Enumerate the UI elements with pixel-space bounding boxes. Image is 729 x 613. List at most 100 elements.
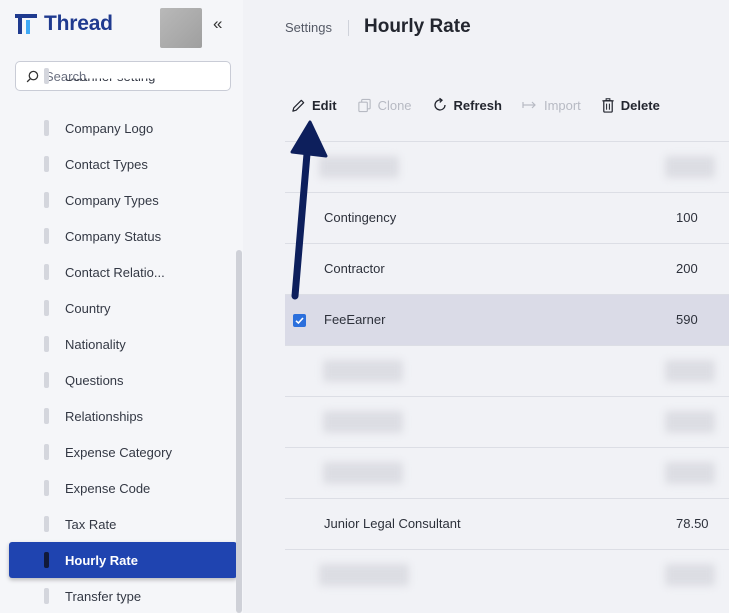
app-logo[interactable]: Thread	[14, 12, 113, 36]
sidebar-scrollbar[interactable]	[236, 250, 242, 613]
rate-value-cell: 100	[676, 210, 698, 225]
drag-handle-icon	[44, 156, 49, 172]
drag-handle-icon	[44, 68, 49, 84]
import-button[interactable]: Import	[522, 98, 581, 113]
drag-handle-icon	[44, 300, 49, 316]
rate-name-cell: Contractor	[324, 261, 385, 276]
import-icon	[522, 101, 536, 109]
drag-handle-icon	[44, 228, 49, 244]
delete-button[interactable]: Delete	[601, 98, 660, 113]
table-row[interactable]	[285, 141, 729, 192]
drag-handle-icon	[44, 516, 49, 532]
sidebar-item[interactable]: Nationality	[9, 326, 237, 362]
redacted-cell	[665, 360, 715, 382]
sidebar-item-label: Expense Code	[65, 480, 151, 496]
table-row[interactable]: Contingency 100	[285, 192, 729, 243]
drag-handle-icon	[44, 408, 49, 424]
drag-handle-icon	[44, 444, 49, 460]
table-row[interactable]: Contractor 200	[285, 243, 729, 294]
redacted-cell	[665, 564, 715, 586]
breadcrumb-separator	[348, 20, 349, 36]
rate-value-cell: 590	[676, 312, 698, 327]
sidebar: Thread « Scanner setting Company Logo Cont…	[0, 0, 243, 613]
refresh-label: Refresh	[453, 97, 502, 113]
sidebar-item[interactable]: Expense Code	[9, 470, 237, 506]
rate-name-cell: Junior Legal Consultant	[324, 516, 461, 531]
sidebar-item-label: Scanner setting	[65, 68, 156, 84]
drag-handle-icon	[44, 552, 49, 568]
redacted-cell	[323, 411, 403, 433]
table-row[interactable]	[285, 345, 729, 396]
rate-value-cell: 200	[676, 261, 698, 276]
sidebar-item[interactable]: Country	[9, 290, 237, 326]
app-name: Thread	[44, 12, 113, 35]
sidebar-item-label: Expense Category	[65, 444, 172, 460]
sidebar-item-label: Contact Types	[65, 156, 148, 172]
table-row[interactable]: Junior Legal Consultant 78.50	[285, 498, 729, 549]
import-label: Import	[543, 97, 581, 113]
sidebar-item-label: Tax Rate	[65, 516, 117, 532]
collapse-sidebar-icon[interactable]: «	[213, 14, 222, 34]
refresh-button[interactable]: Refresh	[432, 97, 502, 113]
clone-label: Clone	[377, 97, 412, 113]
toolbar: Edit Clone Refresh Import Delete	[291, 94, 680, 116]
table-row[interactable]	[285, 549, 729, 600]
thread-logo-icon	[15, 14, 37, 34]
drag-handle-icon	[44, 480, 49, 496]
sidebar-item-label: Company Status	[65, 228, 162, 244]
trash-icon	[602, 97, 614, 113]
drag-handle-icon	[44, 336, 49, 352]
sidebar-item[interactable]: Company Status	[9, 218, 237, 254]
sidebar-item[interactable]: Company Logo	[9, 110, 237, 146]
drag-handle-icon	[44, 372, 49, 388]
sidebar-item[interactable]: Tax Rate	[9, 506, 237, 542]
table-row[interactable]: FeeEarner 590	[285, 294, 729, 345]
avatar[interactable]	[160, 8, 202, 48]
edit-button[interactable]: Edit	[291, 98, 337, 113]
rate-name-cell: FeeEarner	[324, 312, 386, 327]
drag-handle-icon	[44, 588, 49, 604]
sidebar-item-label: Hourly Rate	[65, 552, 138, 568]
sidebar-item[interactable]: Questions	[9, 362, 237, 398]
refresh-icon	[433, 97, 446, 111]
redacted-cell	[665, 462, 715, 484]
sidebar-item[interactable]: Scanner setting	[9, 58, 237, 94]
drag-handle-icon	[44, 120, 49, 136]
redacted-cell	[665, 411, 715, 433]
page-title: Hourly Rate	[364, 16, 471, 37]
sidebar-item[interactable]: Contact Types	[9, 146, 237, 182]
sidebar-item[interactable]: Hourly Rate	[9, 542, 237, 578]
sidebar-item-label: Questions	[65, 372, 124, 388]
delete-label: Delete	[620, 97, 660, 113]
sidebar-item-label: Transfer type	[65, 588, 142, 604]
edit-label: Edit	[312, 97, 337, 113]
checkmark-icon	[295, 317, 304, 325]
redacted-cell	[323, 360, 403, 382]
sidebar-item-label: Contact Relatio...	[65, 264, 165, 280]
redacted-cell	[323, 462, 403, 484]
sidebar-item[interactable]: Relationships	[9, 398, 237, 434]
main-content: Settings Hourly Rate Edit Clone Refresh	[243, 0, 729, 613]
sidebar-item[interactable]: Contact Relatio...	[9, 254, 237, 290]
drag-handle-icon	[44, 264, 49, 280]
rate-value-cell: 78.50	[676, 516, 709, 531]
copy-icon	[357, 98, 371, 112]
rate-name-cell: Contingency	[324, 210, 397, 225]
pencil-icon	[292, 99, 305, 112]
sidebar-item-label: Company Types	[65, 192, 159, 208]
table-row[interactable]	[285, 396, 729, 447]
redacted-cell	[319, 564, 409, 586]
sidebar-item-label: Relationships	[65, 408, 144, 424]
sidebar-item[interactable]: Expense Category	[9, 434, 237, 470]
sidebar-item[interactable]: Transfer type	[9, 578, 237, 613]
clone-button[interactable]: Clone	[357, 98, 412, 113]
table-row[interactable]	[285, 447, 729, 498]
row-checkbox[interactable]	[293, 314, 306, 327]
redacted-cell	[319, 156, 399, 178]
sidebar-item-label: Nationality	[65, 336, 126, 352]
breadcrumb[interactable]: Settings	[285, 20, 332, 35]
drag-handle-icon	[44, 192, 49, 208]
sidebar-item-label: Country	[65, 300, 111, 316]
sidebar-item[interactable]: Company Types	[9, 182, 237, 218]
sidebar-item-label: Company Logo	[65, 120, 154, 136]
